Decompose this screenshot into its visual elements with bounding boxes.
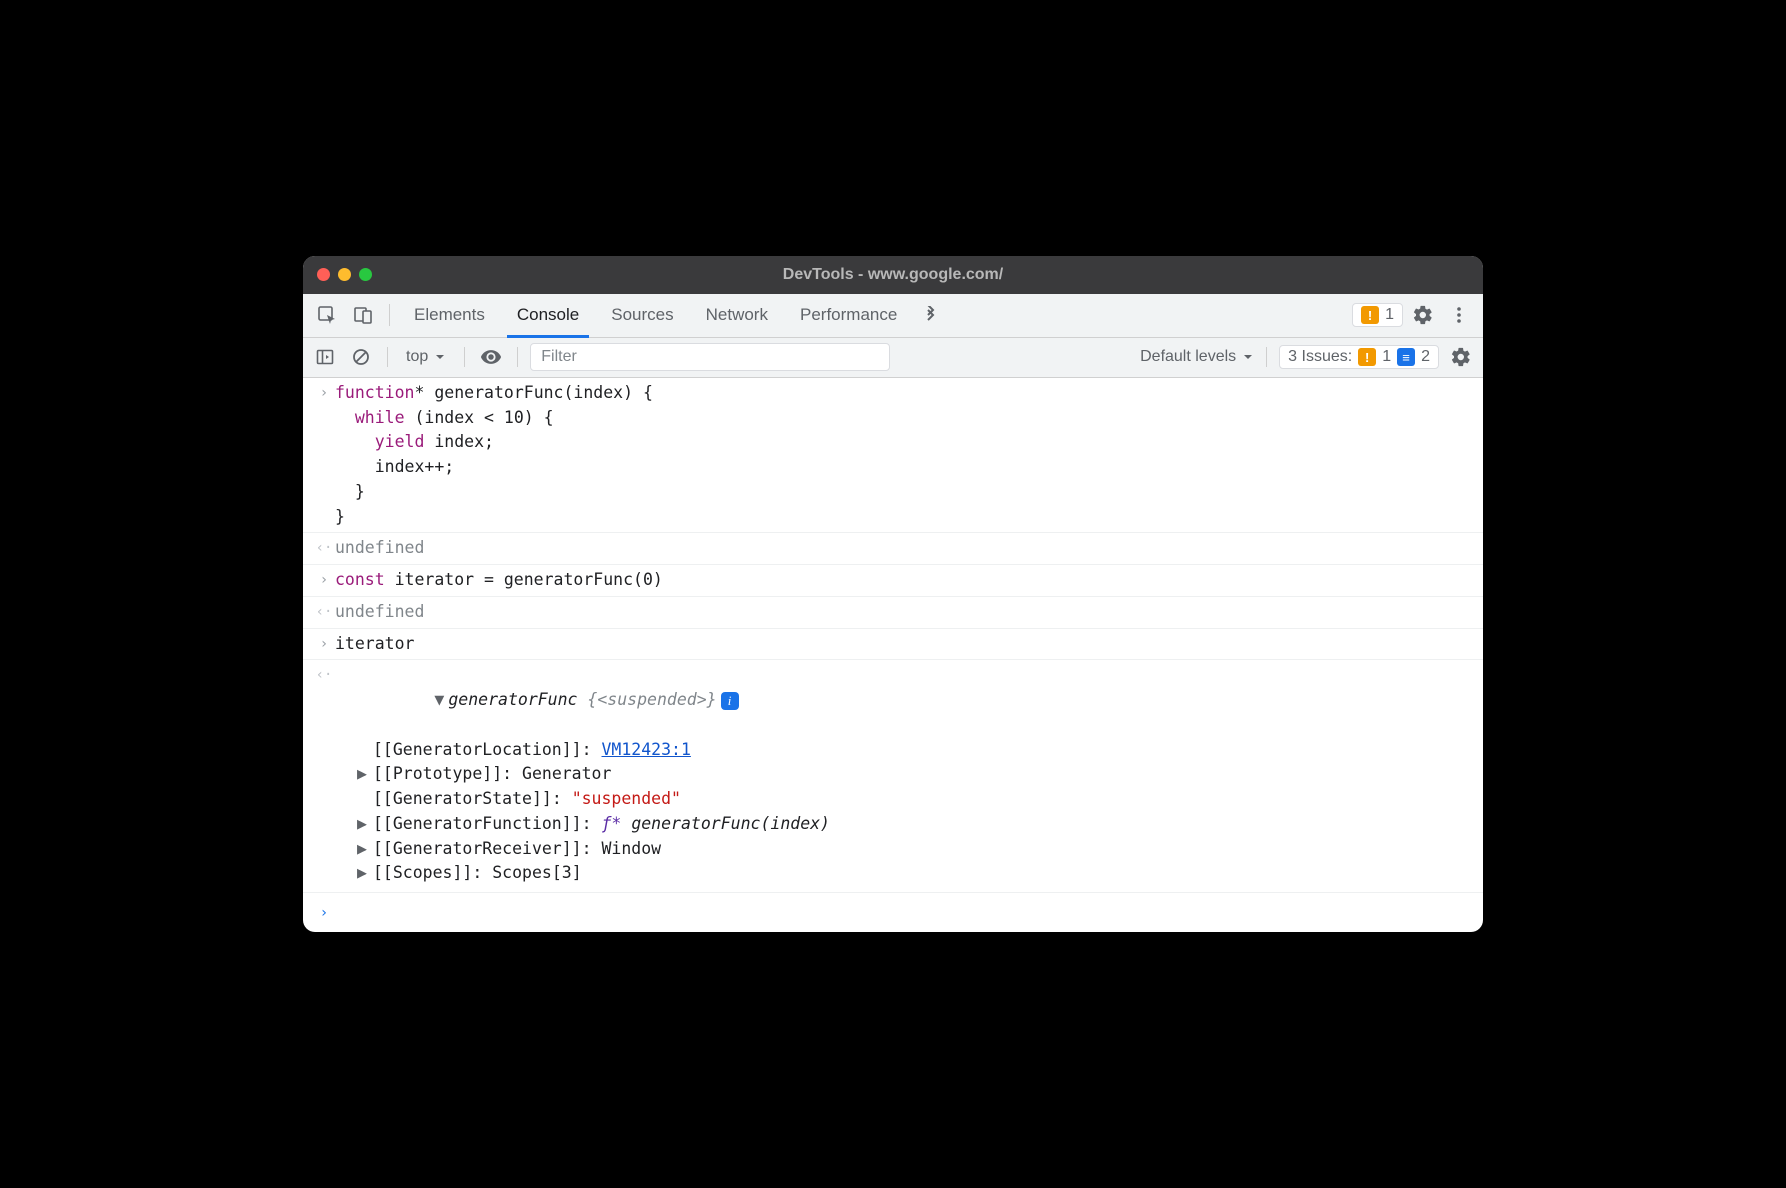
minimize-icon[interactable] (338, 268, 351, 281)
warning-count: 1 (1385, 306, 1394, 324)
more-tabs-button[interactable] (915, 299, 947, 331)
kebab-menu-button[interactable] (1443, 299, 1475, 331)
prompt-arrow-icon: › (313, 901, 335, 924)
divider (387, 347, 388, 367)
divider (464, 347, 465, 367)
return-arrow-icon: ‹· (313, 600, 335, 625)
code-block: function* generatorFunc(index) { while (… (335, 381, 1473, 530)
context-selector[interactable]: top (400, 348, 452, 366)
console-prompt[interactable]: › (303, 892, 1483, 932)
disclosure-triangle-icon[interactable]: ▶ (357, 861, 373, 886)
warning-icon: ! (1358, 348, 1376, 366)
issues-badge[interactable]: ! 1 (1352, 303, 1403, 327)
console-object-row: ‹· ▼generatorFunc {<suspended>}i ▶ [[Gen… (303, 660, 1483, 892)
disclosure-triangle-icon[interactable]: ▶ (357, 812, 373, 837)
panel-tabs: Elements Console Sources Network Perform… (303, 294, 1483, 338)
filter-input[interactable] (530, 343, 890, 371)
console-result-row: ‹· undefined (303, 597, 1483, 629)
prompt-input[interactable] (335, 901, 1473, 924)
live-expression-button[interactable] (477, 343, 505, 371)
info-icon: ≡ (1397, 348, 1415, 366)
source-link[interactable]: VM12423:1 (602, 740, 691, 759)
log-levels-selector[interactable]: Default levels (1140, 348, 1254, 366)
inspect-button[interactable] (311, 299, 343, 331)
disclosure-triangle-icon[interactable]: ▶ (357, 837, 373, 862)
code-block: iterator (335, 632, 1473, 657)
window-controls (317, 268, 372, 281)
input-arrow-icon: › (313, 568, 335, 593)
disclosure-triangle-icon[interactable]: ▶ (357, 762, 373, 787)
window-title: DevTools - www.google.com/ (303, 266, 1483, 284)
divider (389, 304, 390, 326)
object-property[interactable]: ▶ [[GeneratorState]]: "suspended" (313, 787, 1473, 812)
clear-console-button[interactable] (347, 343, 375, 371)
chevron-down-icon (434, 351, 446, 363)
console-toolbar: top Default levels 3 Issues: ! 1 ≡ 2 (303, 338, 1483, 378)
chevron-down-icon (1242, 351, 1254, 363)
return-arrow-icon: ‹· (313, 536, 335, 561)
input-arrow-icon: › (313, 381, 335, 530)
object-property[interactable]: ▶ [[Scopes]]: Scopes[3] (313, 861, 1473, 886)
object-property[interactable]: ▶ [[GeneratorLocation]]: VM12423:1 (313, 738, 1473, 763)
maximize-icon[interactable] (359, 268, 372, 281)
titlebar: DevTools - www.google.com/ (303, 256, 1483, 294)
console-body: › function* generatorFunc(index) { while… (303, 378, 1483, 932)
tab-elements[interactable]: Elements (400, 294, 499, 337)
close-icon[interactable] (317, 268, 330, 281)
device-toggle-button[interactable] (347, 299, 379, 331)
tab-sources[interactable]: Sources (597, 294, 687, 337)
disclosure-triangle-icon[interactable]: ▼ (434, 688, 448, 713)
console-input-row[interactable]: › const iterator = generatorFunc(0) (303, 565, 1483, 597)
object-property[interactable]: ▶ [[GeneratorFunction]]: ƒ* generatorFun… (313, 812, 1473, 837)
object-property[interactable]: ▶ [[Prototype]]: Generator (313, 762, 1473, 787)
return-arrow-icon: ‹· (313, 663, 335, 737)
code-block: const iterator = generatorFunc(0) (335, 568, 1473, 593)
input-arrow-icon: › (313, 632, 335, 657)
object-property[interactable]: ▶ [[GeneratorReceiver]]: Window (313, 837, 1473, 862)
info-icon[interactable]: i (721, 692, 739, 710)
console-result-row: ‹· undefined (303, 533, 1483, 565)
object-header[interactable]: ▼generatorFunc {<suspended>}i (335, 663, 1473, 737)
result-value: undefined (335, 536, 1473, 561)
console-input-row[interactable]: › function* generatorFunc(index) { while… (303, 378, 1483, 534)
issues-counter[interactable]: 3 Issues: ! 1 ≡ 2 (1279, 345, 1439, 369)
tab-performance[interactable]: Performance (786, 294, 911, 337)
divider (1266, 347, 1267, 367)
sidebar-toggle-button[interactable] (311, 343, 339, 371)
devtools-window: DevTools - www.google.com/ Elements Cons… (303, 256, 1483, 932)
result-value: undefined (335, 600, 1473, 625)
tab-network[interactable]: Network (692, 294, 782, 337)
warning-icon: ! (1361, 306, 1379, 324)
console-input-row[interactable]: › iterator (303, 629, 1483, 661)
tab-console[interactable]: Console (503, 294, 593, 337)
divider (517, 347, 518, 367)
console-settings-button[interactable] (1447, 343, 1475, 371)
settings-button[interactable] (1407, 299, 1439, 331)
